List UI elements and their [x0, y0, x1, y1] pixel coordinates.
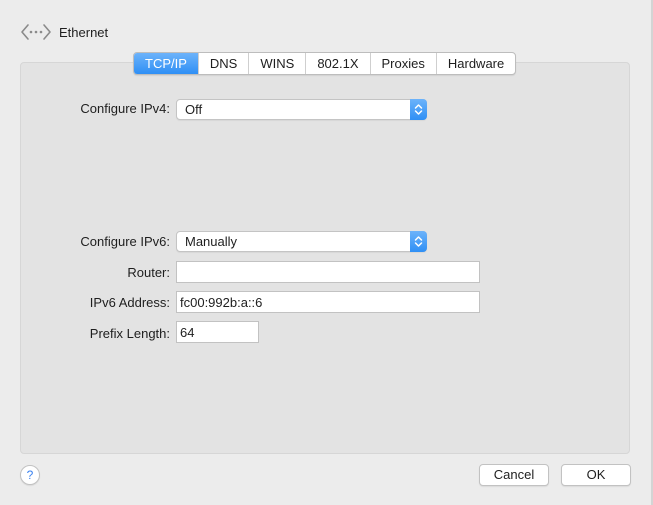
- tab-hardware[interactable]: Hardware: [435, 53, 515, 74]
- updown-chevron-icon: [410, 99, 427, 120]
- tab-802-1x[interactable]: 802.1X: [305, 53, 369, 74]
- cancel-button[interactable]: Cancel: [479, 464, 549, 486]
- page-title: Ethernet: [59, 24, 109, 40]
- help-button[interactable]: ?: [20, 465, 40, 485]
- prefix-length-field[interactable]: [176, 321, 259, 343]
- configure-ipv6-popup[interactable]: Manually: [176, 231, 427, 252]
- updown-chevron-icon: [410, 231, 427, 252]
- network-ethernet-icon: [20, 21, 52, 43]
- router-label: Router:: [127, 265, 170, 280]
- configure-ipv6-label: Configure IPv6:: [80, 234, 170, 249]
- tab-tcp-ip[interactable]: TCP/IP: [134, 53, 198, 74]
- settings-panel: [20, 62, 630, 454]
- ok-button[interactable]: OK: [561, 464, 631, 486]
- tab-proxies[interactable]: Proxies: [369, 53, 436, 74]
- tab-bar: TCP/IP DNS WINS 802.1X Proxies Hardware: [133, 52, 517, 75]
- configure-ipv6-value: Manually: [185, 234, 238, 249]
- configure-ipv4-popup[interactable]: Off: [176, 99, 427, 120]
- router-field[interactable]: [176, 261, 480, 283]
- ipv6-address-field[interactable]: [176, 291, 480, 313]
- header: Ethernet: [20, 20, 108, 44]
- configure-ipv4-value: Off: [185, 102, 203, 117]
- ipv6-address-label: IPv6 Address:: [89, 295, 170, 310]
- tab-wins[interactable]: WINS: [248, 53, 305, 74]
- prefix-length-label: Prefix Length:: [89, 326, 170, 341]
- tab-dns[interactable]: DNS: [197, 53, 248, 74]
- configure-ipv4-label: Configure IPv4:: [80, 101, 170, 116]
